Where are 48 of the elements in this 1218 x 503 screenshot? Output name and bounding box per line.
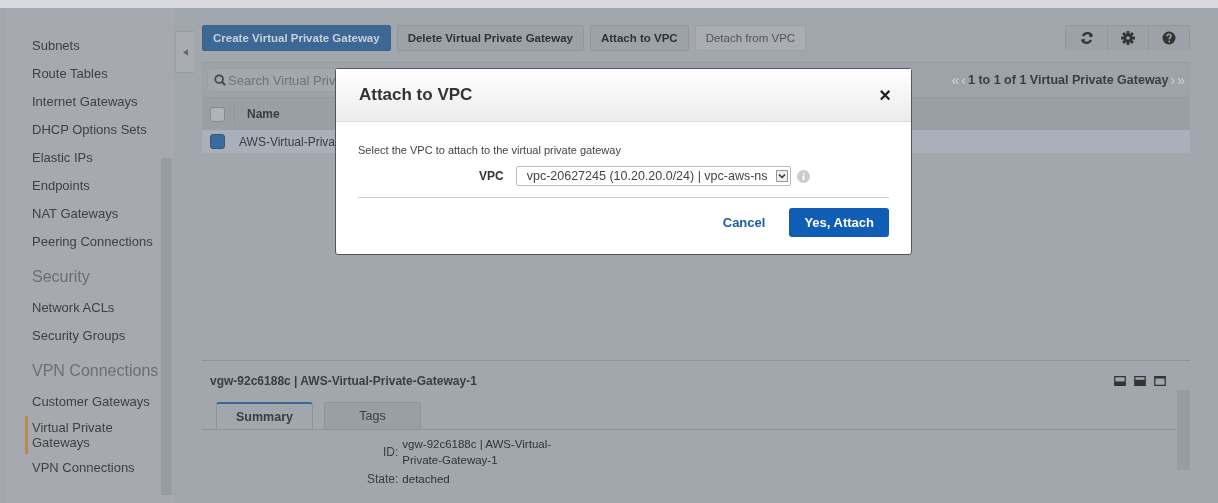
dialog-message: Select the VPC to attach to the virtual private gateway (358, 144, 622, 156)
triangle-left-icon (182, 48, 188, 56)
settings-button[interactable] (1107, 26, 1148, 50)
select-all-checkbox[interactable] (210, 106, 225, 122)
row-checkbox[interactable] (210, 134, 225, 149)
sidebar-item[interactable]: Elastic IPs (25, 144, 160, 172)
field-label: ID: (382, 445, 399, 459)
dropdown-arrow-icon (775, 170, 788, 182)
tab[interactable]: Tags (324, 402, 421, 429)
pagination-text: 1 to 1 of 1 Virtual Private Gateway (968, 73, 1169, 87)
sidebar-item[interactable]: VPN Connections (25, 454, 160, 482)
toolbar-button[interactable]: Attach to VPC (589, 25, 689, 51)
close-button[interactable]: × (879, 86, 891, 104)
toolbar-button[interactable]: Delete Virtual Private Gateway (396, 25, 584, 51)
section-heading: VPN Connections (32, 362, 160, 381)
sidebar-item[interactable]: Security Groups (25, 322, 160, 350)
section-heading: Security (32, 268, 91, 287)
field-label: VPC (479, 169, 504, 183)
tab[interactable]: Summary (216, 402, 313, 429)
sidebar-item[interactable]: Customer Gateways (25, 388, 160, 416)
panel-full-icon[interactable] (1154, 376, 1166, 386)
vpc-select[interactable]: vpc-20627245 (10.20.20.0/24) | vpc-aws-ns (515, 166, 791, 186)
confirm-button[interactable]: Yes, Attach (789, 208, 889, 237)
sidebar-item[interactable]: Endpoints (25, 172, 160, 200)
field-label: State: (367, 472, 399, 486)
sidebar-item[interactable]: Virtual Private Gateways (25, 416, 135, 454)
sidebar-item[interactable]: NAT Gateways (25, 200, 160, 228)
scrollbar[interactable] (160, 8, 173, 503)
cancel-button[interactable]: Cancel (716, 214, 772, 231)
refresh-button[interactable] (1066, 26, 1107, 50)
help-icon (1162, 31, 1176, 45)
field-value: detached (402, 472, 451, 487)
sidebar-item[interactable]: Internet Gateways (25, 88, 160, 116)
help-button[interactable] (1148, 26, 1189, 50)
sidebar-item[interactable]: Peering Connections (25, 228, 160, 256)
toolbar-button[interactable]: Create Virtual Private Gateway (202, 25, 391, 51)
table-cell: AWS-Virtual-Priva (239, 134, 336, 149)
sidebar-item[interactable]: Route Tables (25, 60, 160, 88)
refresh-icon (1079, 31, 1094, 45)
search-icon (214, 74, 226, 86)
details-title: vgw-92c6188c | AWS-Virtual-Private-Gateway-1 (210, 374, 477, 388)
panel-half-icon[interactable] (1134, 376, 1146, 386)
sidebar-item[interactable]: DHCP Options Sets (25, 116, 160, 144)
sidebar-item[interactable]: Subnets (25, 32, 160, 60)
settings-icon (1121, 31, 1135, 45)
column-header[interactable]: Name (247, 107, 280, 121)
sidebar-item[interactable]: Network ACLs (25, 294, 160, 322)
panel-bottom-icon[interactable] (1114, 376, 1126, 386)
